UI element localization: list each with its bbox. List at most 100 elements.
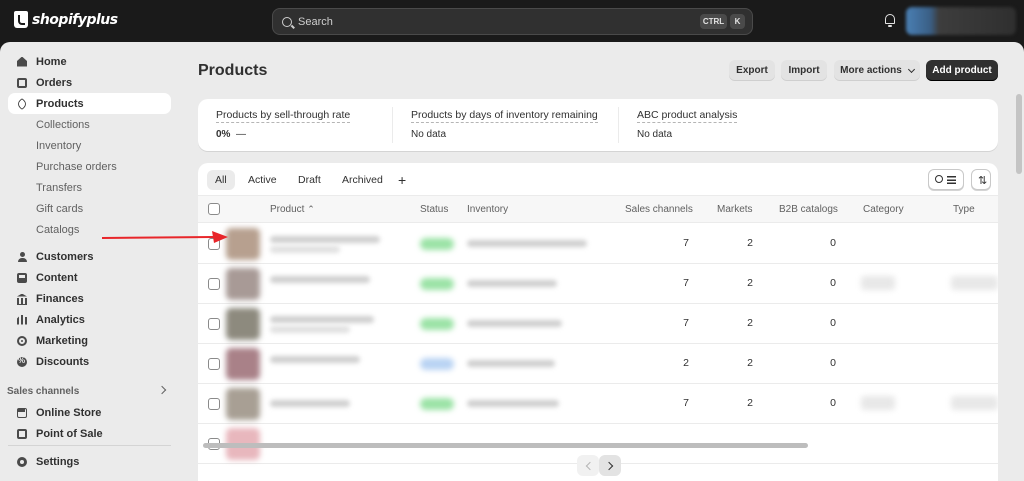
sidebar-subitem-inventory[interactable]: Inventory (36, 135, 81, 156)
column-header-sales-channels[interactable]: Sales channels (625, 204, 693, 215)
row-checkbox[interactable] (208, 318, 220, 330)
product-thumbnail[interactable] (226, 388, 260, 420)
search-placeholder: Search (298, 15, 333, 28)
metric-value: No data (411, 129, 447, 140)
column-header-status[interactable]: Status (420, 204, 448, 215)
table-row[interactable]: 7 2 0 (198, 264, 998, 304)
b2b-catalogs-count: 0 (830, 397, 836, 409)
sidebar-subitem-purchase-orders[interactable]: Purchase orders (36, 156, 117, 177)
sales-channels-count: 2 (683, 357, 689, 369)
sidebar-subitem-gift-cards[interactable]: Gift cards (36, 198, 83, 219)
column-header-inventory[interactable]: Inventory (467, 204, 508, 215)
sidebar-item-point-of-sale[interactable]: Point of Sale (8, 423, 171, 444)
sidebar-subitem-transfers[interactable]: Transfers (36, 177, 82, 198)
column-header-b2b-catalogs[interactable]: B2B catalogs (779, 204, 838, 215)
sidebar-item-label: Products (36, 97, 84, 110)
sidebar-subitem-catalogs[interactable]: Catalogs (36, 219, 79, 240)
shortcut-ctrl-badge: CTRL (700, 14, 727, 29)
column-header-markets[interactable]: Markets (717, 204, 753, 215)
horizontal-scrollbar[interactable] (203, 443, 808, 448)
analytics-summary-card: Products by sell-through rate 0% — Produ… (198, 99, 998, 151)
column-header-product[interactable]: Product ⌃ (270, 204, 315, 215)
product-title-redacted[interactable] (270, 400, 350, 407)
more-actions-button[interactable]: More actions (834, 60, 920, 81)
sidebar-item-home[interactable]: Home (8, 51, 171, 72)
chevron-right-icon[interactable] (157, 385, 167, 395)
sidebar-item-analytics[interactable]: Analytics (8, 309, 171, 330)
row-checkbox[interactable] (208, 358, 220, 370)
product-thumbnail[interactable] (226, 348, 260, 380)
vertical-scrollbar[interactable] (1016, 94, 1022, 174)
sidebar-item-finances[interactable]: Finances (8, 288, 171, 309)
sort-button[interactable]: ⇅ (971, 169, 991, 190)
sidebar-item-label: Analytics (36, 313, 85, 326)
markets-count: 2 (747, 357, 753, 369)
b2b-catalogs-count: 0 (830, 237, 836, 249)
account-menu-avatar[interactable] (906, 7, 1016, 35)
content-icon (17, 272, 27, 283)
table-row[interactable]: 7 2 0 (198, 384, 998, 424)
sidebar-item-products[interactable]: Products (8, 93, 171, 114)
sidebar-item-label: Customers (36, 250, 94, 263)
metric-abc-analysis[interactable]: ABC product analysis No data (637, 109, 738, 140)
export-button[interactable]: Export (729, 60, 775, 81)
sidebar-item-orders[interactable]: Orders (8, 72, 171, 93)
tab-archived[interactable]: Archived (334, 170, 391, 190)
sidebar-divider (8, 445, 171, 446)
shopify-logo[interactable]: shopifyplus (14, 11, 118, 28)
sort-arrows-icon: ⇅ (978, 175, 988, 187)
add-view-button[interactable]: + (398, 170, 406, 190)
row-checkbox[interactable] (208, 278, 220, 290)
sales-channels-count: 7 (683, 397, 689, 409)
add-product-button[interactable]: Add product (926, 60, 998, 81)
sidebar-item-content[interactable]: Content (8, 267, 171, 288)
search-input[interactable]: Search CTRL K (272, 8, 753, 35)
type-redacted (951, 276, 998, 290)
product-title-redacted[interactable] (270, 316, 374, 323)
column-header-type[interactable]: Type (953, 204, 975, 215)
product-title-redacted[interactable] (270, 236, 380, 243)
import-button[interactable]: Import (781, 60, 827, 81)
tab-draft[interactable]: Draft (290, 170, 329, 190)
notifications-bell-icon[interactable] (884, 14, 896, 27)
tab-active[interactable]: Active (240, 170, 285, 190)
search-filter-button[interactable] (928, 169, 964, 190)
table-row[interactable]: 7 2 0 (198, 304, 998, 344)
product-title-redacted[interactable] (270, 276, 370, 283)
filter-icon (947, 176, 956, 184)
product-thumbnail[interactable] (226, 268, 260, 300)
sales-channels-heading[interactable]: Sales channels (7, 386, 79, 397)
b2b-catalogs-count: 0 (830, 277, 836, 289)
product-title-redacted[interactable] (270, 356, 360, 363)
sidebar-item-settings[interactable]: Settings (8, 451, 171, 472)
discount-icon (17, 356, 27, 367)
sidebar-item-label: Home (36, 55, 67, 68)
metric-sell-through[interactable]: Products by sell-through rate 0% — (216, 109, 351, 140)
next-page-button[interactable] (599, 455, 621, 476)
sidebar-item-customers[interactable]: Customers (8, 246, 171, 267)
bank-icon (17, 294, 27, 305)
row-checkbox[interactable] (208, 398, 220, 410)
chevron-right-icon (604, 461, 613, 470)
previous-page-button[interactable] (577, 455, 599, 476)
status-badge (420, 358, 454, 370)
product-thumbnail[interactable] (226, 308, 260, 340)
sidebar-item-marketing[interactable]: Marketing (8, 330, 171, 351)
table-row[interactable]: 7 2 0 (198, 224, 998, 264)
inventory-redacted (467, 320, 562, 327)
select-all-checkbox[interactable] (208, 203, 220, 215)
b2b-catalogs-count: 0 (830, 357, 836, 369)
sidebar-item-discounts[interactable]: Discounts (8, 351, 171, 372)
tab-all[interactable]: All (207, 170, 235, 190)
sidebar-subitem-collections[interactable]: Collections (36, 114, 90, 135)
metric-days-of-inventory[interactable]: Products by days of inventory remaining … (411, 109, 598, 140)
chevron-down-icon (907, 65, 915, 73)
product-thumbnail[interactable] (226, 228, 260, 260)
status-badge (420, 278, 454, 290)
metric-title: Products by sell-through rate (216, 109, 351, 123)
column-header-category[interactable]: Category (863, 204, 904, 215)
product-subtitle-redacted (270, 246, 340, 253)
category-redacted (861, 276, 895, 290)
sidebar-item-online-store[interactable]: Online Store (8, 402, 171, 423)
table-row[interactable]: 2 2 0 (198, 344, 998, 384)
